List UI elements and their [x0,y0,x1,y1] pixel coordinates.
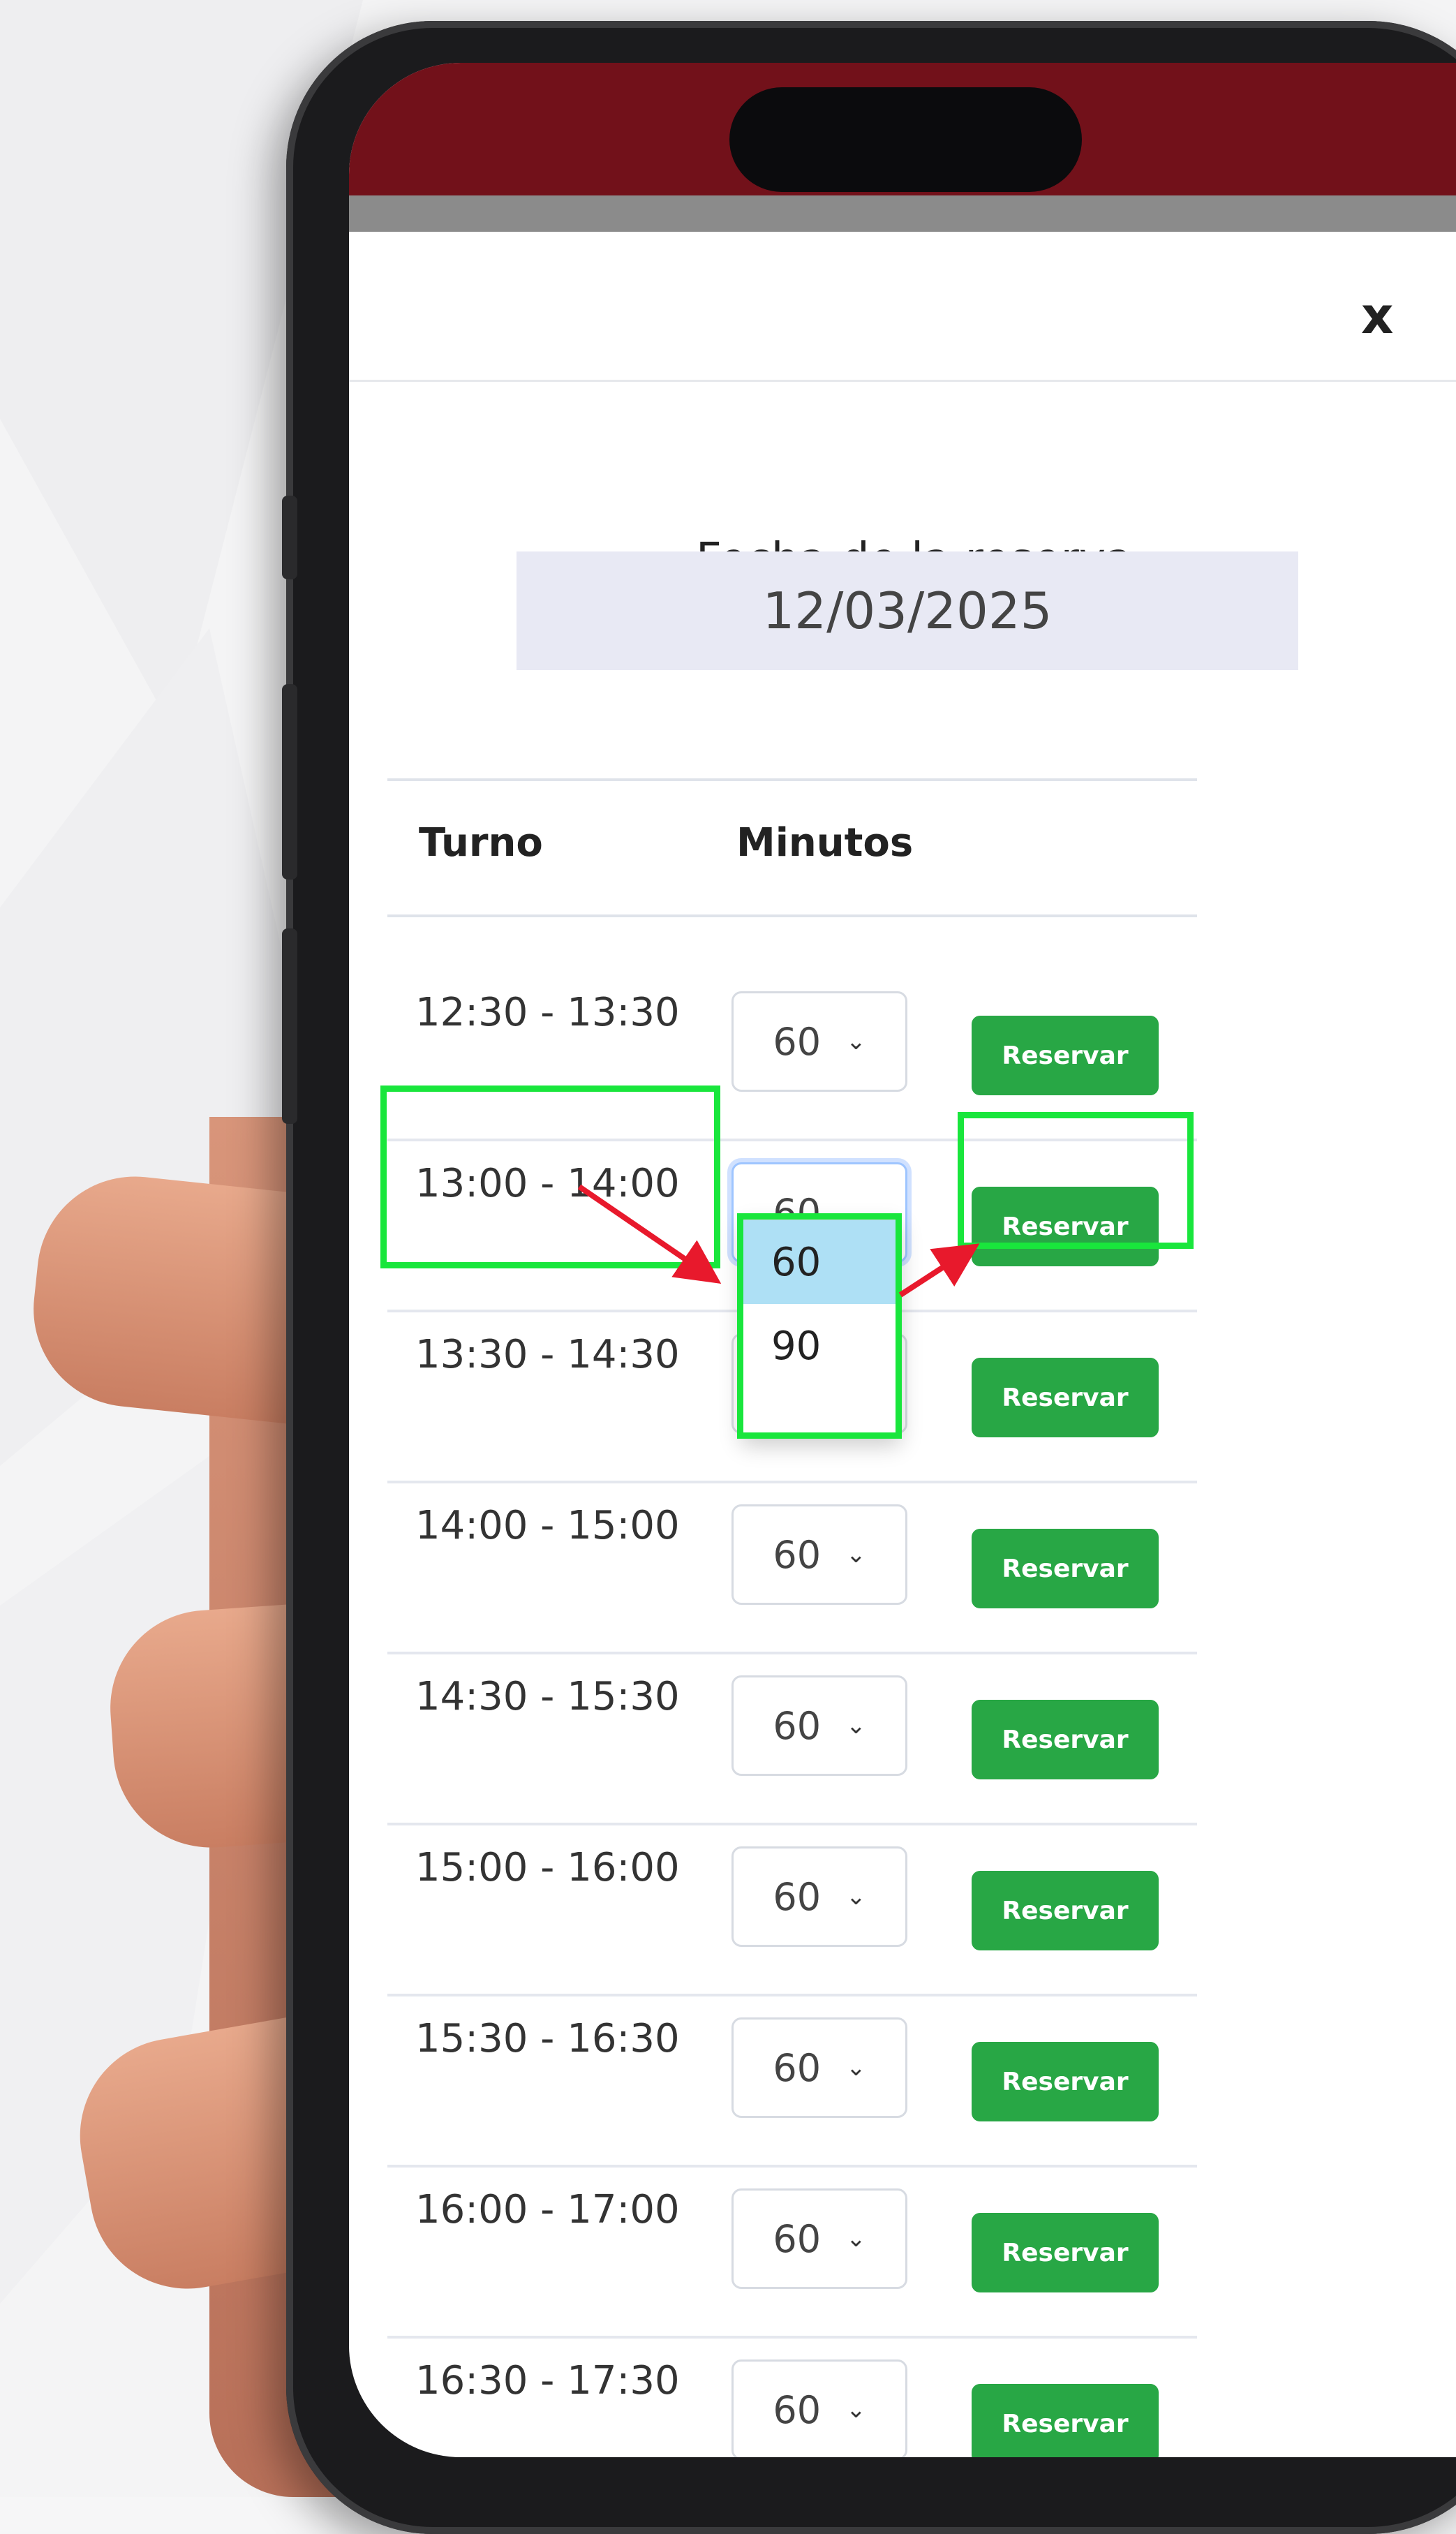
chevron-down-icon: ⌄ [846,1883,866,1911]
reservar-button[interactable]: Reservar [972,1700,1159,1779]
row-time-slot: 14:00 - 15:00 [415,1503,680,1548]
minutes-select[interactable]: 60 ⌄ [731,1504,907,1605]
minutes-select-value: 60 [773,1703,822,1748]
row-time-slot: 15:00 - 16:00 [415,1845,680,1890]
table-row: 14:30 - 15:30 60 ⌄ Reservar [349,1654,1456,1825]
table-top-border [387,778,1197,781]
column-header-minutos: Minutos [736,820,914,866]
minutes-select-value: 60 [773,1019,822,1064]
date-field[interactable]: 12/03/2025 [517,551,1298,670]
row-time-slot: 15:30 - 16:30 [415,2016,680,2061]
minutes-select[interactable]: 60 ⌄ [731,1675,907,1776]
row-time-slot: 13:30 - 14:30 [415,1332,680,1377]
table-row: 16:30 - 17:30 60 ⌄ Reservar [349,2339,1456,2457]
reservar-button[interactable]: Reservar [972,1871,1159,1950]
minutes-select-value: 60 [773,2045,822,2090]
phone-screen: x Fecha de la reserva 12/03/2025 Turno M… [349,63,1456,2457]
row-time-slot: 12:30 - 13:30 [415,990,680,1035]
chevron-down-icon: ⌄ [846,2054,866,2082]
chevron-down-icon: ⌄ [846,2396,866,2424]
dynamic-island [729,87,1082,192]
modal-backdrop-strip [349,195,1456,232]
modal-header [349,232,1456,382]
minutes-select[interactable]: 60 ⌄ [731,2359,907,2457]
chevron-down-icon: ⌄ [846,1712,866,1740]
highlight-time-box [380,1086,720,1268]
chevron-down-icon: ⌄ [846,2225,866,2253]
highlight-dropdown-box [737,1213,902,1439]
column-header-turno: Turno [419,820,543,866]
minutes-select-value: 60 [773,1874,822,1919]
row-time-slot: 16:30 - 17:30 [415,2358,680,2403]
minutes-select-value: 60 [773,2216,822,2261]
reservar-button[interactable]: Reservar [972,1529,1159,1608]
table-row: 14:00 - 15:00 60 ⌄ Reservar [349,1483,1456,1654]
minutes-select-value: 60 [773,2387,822,2432]
row-time-slot: 16:00 - 17:00 [415,2187,680,2232]
phone-side-button [282,928,297,1124]
phone-side-button [282,496,297,579]
reservar-button[interactable]: Reservar [972,2384,1159,2457]
minutes-select[interactable]: 60 ⌄ [731,1846,907,1947]
chevron-down-icon: ⌄ [846,1541,866,1569]
row-time-slot: 14:30 - 15:30 [415,1674,680,1719]
chevron-down-icon: ⌄ [846,1028,866,1055]
table-header-border [387,914,1197,917]
reservar-button[interactable]: Reservar [972,2213,1159,2292]
highlight-reservar-box [958,1112,1194,1249]
reservar-button[interactable]: Reservar [972,1358,1159,1437]
minutes-select[interactable]: 60 ⌄ [731,2188,907,2289]
table-row: 16:00 - 17:00 60 ⌄ Reservar [349,2168,1456,2339]
table-row: 13:30 - 14:3060⌄Reservar [349,1312,1456,1483]
minutes-select-value: 60 [773,1532,822,1577]
table-row: 15:30 - 16:30 60 ⌄ Reservar [349,1996,1456,2168]
minutes-select[interactable]: 60 ⌄ [731,991,907,1092]
close-icon[interactable]: x [1361,286,1393,345]
reservar-button[interactable]: Reservar [972,2042,1159,2121]
table-row: 15:00 - 16:00 60 ⌄ Reservar [349,1825,1456,1996]
reservar-button[interactable]: Reservar [972,1016,1159,1095]
phone-side-button [282,684,297,880]
minutes-select[interactable]: 60 ⌄ [731,2017,907,2118]
